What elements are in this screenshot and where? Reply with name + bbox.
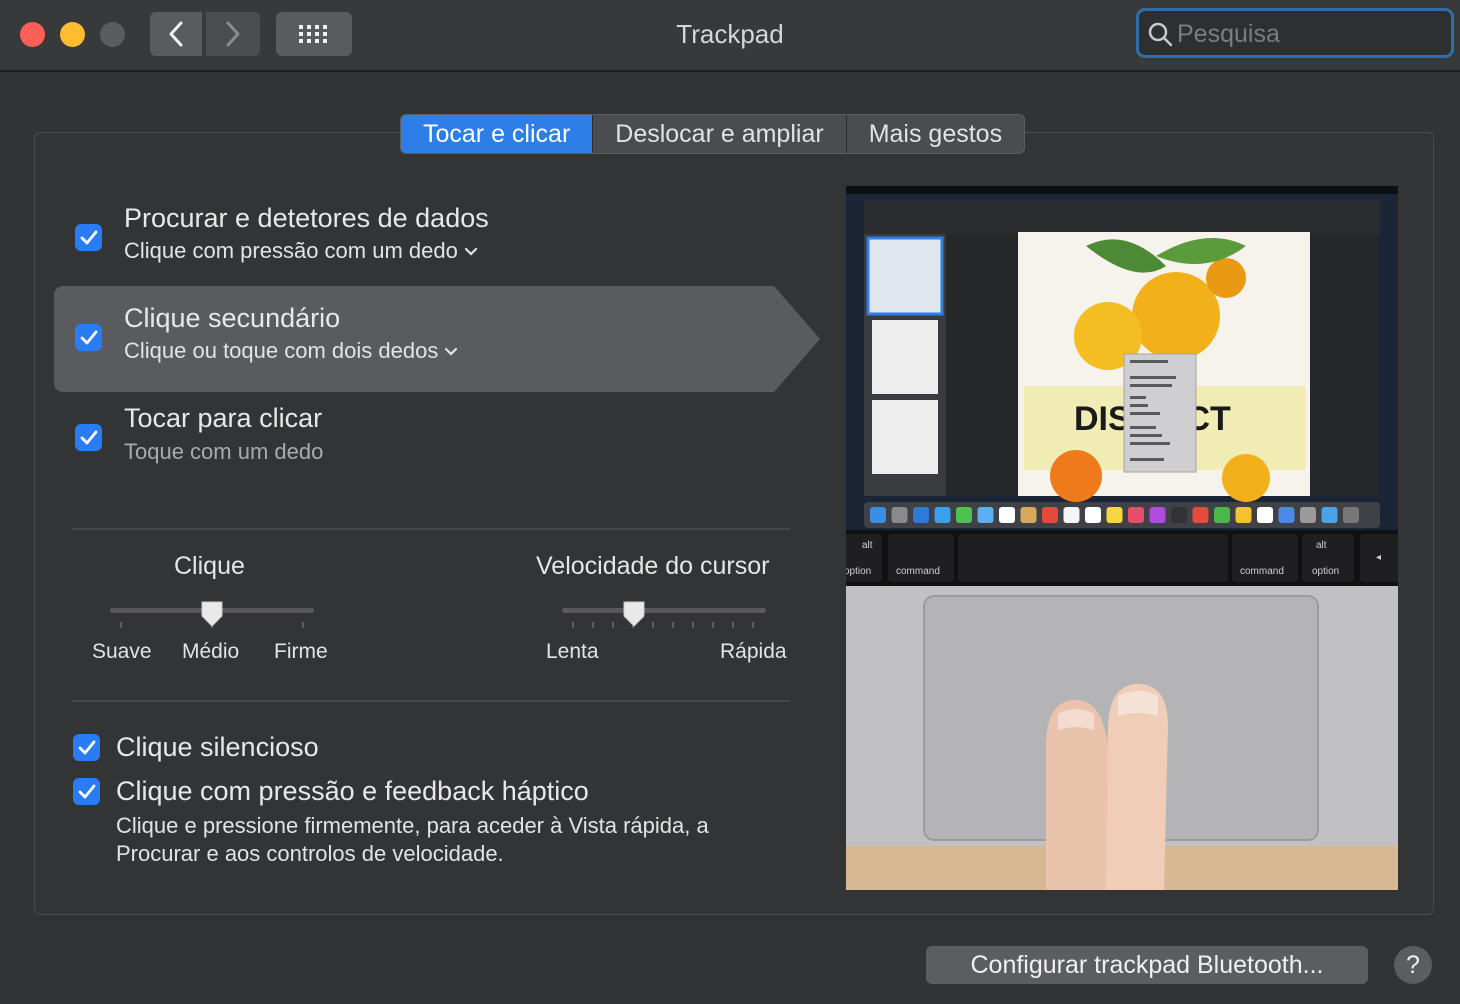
- chevron-down-icon: [464, 248, 477, 256]
- option-subtitle-clique-secundario: Clique ou toque com dois dedos: [124, 338, 439, 363]
- gesture-preview-video: DISTRICT alt option command command alt …: [846, 186, 1398, 890]
- tracking-slider-track[interactable]: [562, 608, 766, 613]
- dock-app-icon: [1343, 507, 1359, 523]
- divider: [72, 528, 790, 530]
- checkmark-icon: [80, 230, 97, 244]
- option-title-clique-secundario[interactable]: Clique secundário: [124, 303, 340, 334]
- dock-app-icon: [1321, 507, 1338, 523]
- checkmark-icon: [78, 740, 95, 754]
- dock-app-icon: [1128, 507, 1144, 523]
- click-label-medio: Médio: [182, 640, 240, 663]
- dock-app-icon: [1278, 507, 1295, 523]
- dock-app-icon: [956, 507, 972, 523]
- click-slider-knob[interactable]: [200, 600, 224, 628]
- slider-tick: [572, 622, 574, 628]
- dock-app-icon: [870, 507, 886, 523]
- dock-app-icon: [1149, 507, 1166, 523]
- checkbox-clique-secundario[interactable]: [75, 324, 102, 351]
- option-subtitle-tocar-para-clicar: Toque com um dedo: [124, 439, 324, 464]
- dock-app-icon: [891, 507, 908, 523]
- dock-app-icon: [1020, 507, 1037, 523]
- checkmark-icon: [80, 330, 97, 344]
- search-placeholder: Pesquisa: [1177, 20, 1280, 48]
- dock-app-icon: [1214, 507, 1230, 523]
- dock-app-icon: [1300, 507, 1316, 523]
- preview-illustration: DISTRICT alt option command command alt …: [846, 186, 1398, 890]
- checkbox-clique-silencioso[interactable]: [73, 734, 100, 761]
- tracking-slider-knob[interactable]: [622, 600, 646, 628]
- dock-app-icon: [1257, 507, 1273, 523]
- option-title-feedback-haptico[interactable]: Clique com pressão e feedback háptico: [116, 776, 589, 807]
- dock-app-icon: [1063, 507, 1080, 523]
- svg-text:◂: ◂: [1376, 552, 1381, 563]
- option-subtitle-procurar: Clique com pressão com um dedo: [124, 238, 458, 263]
- dock-app-icon: [1106, 507, 1123, 523]
- configure-bluetooth-trackpad-button[interactable]: Configurar trackpad Bluetooth...: [926, 946, 1368, 984]
- tab-deslocar-e-ampliar[interactable]: Deslocar e ampliar: [593, 115, 847, 153]
- option-gesture-dropdown-clique-secundario[interactable]: Clique ou toque com dois dedos: [124, 338, 458, 364]
- tracking-label-rapida: Rápida: [720, 640, 787, 663]
- dock-app-icon: [1042, 507, 1058, 523]
- click-label-suave: Suave: [92, 640, 152, 663]
- slider-tick: [302, 622, 304, 628]
- option-title-tocar-para-clicar[interactable]: Tocar para clicar: [124, 403, 322, 434]
- key-command-left: command: [896, 566, 940, 577]
- slider-tick: [612, 622, 614, 628]
- divider: [72, 700, 790, 702]
- key-option-left: option: [846, 566, 871, 577]
- dock-app-icon: [1235, 507, 1252, 523]
- key-alt-left: alt: [862, 540, 873, 551]
- dock-app-icon: [1192, 507, 1209, 523]
- slider-tick: [120, 622, 122, 628]
- slider-tick: [692, 622, 694, 628]
- tracking-label-lenta: Lenta: [546, 640, 599, 663]
- help-button[interactable]: ?: [1394, 946, 1432, 984]
- dock-app-icon: [934, 507, 951, 523]
- dock-app-icon: [913, 507, 929, 523]
- tracking-slider-title: Velocidade do cursor: [536, 552, 770, 580]
- slider-tick: [672, 622, 674, 628]
- checkbox-tocar-para-clicar[interactable]: [75, 424, 102, 451]
- dock-app-icon: [1085, 507, 1101, 523]
- search-field[interactable]: Pesquisa: [1136, 8, 1454, 58]
- option-gesture-dropdown-procurar[interactable]: Clique com pressão com um dedo: [124, 238, 478, 264]
- slider-tick: [652, 622, 654, 628]
- search-icon: [1148, 22, 1173, 47]
- checkmark-icon: [80, 430, 97, 444]
- dock-app-icon: [977, 507, 994, 523]
- title-bar: Trackpad Pesquisa: [0, 0, 1460, 72]
- slider-tick: [752, 622, 754, 628]
- slider-tick: [592, 622, 594, 628]
- checkmark-icon: [78, 784, 95, 798]
- chevron-down-icon: [445, 348, 458, 356]
- dock-app-icon: [999, 507, 1015, 523]
- option-title-procurar[interactable]: Procurar e detetores de dados: [124, 203, 489, 234]
- tab-bar: Tocar e clicar Deslocar e ampliar Mais g…: [400, 114, 1026, 154]
- key-option-right: option: [1312, 566, 1339, 577]
- tab-tocar-e-clicar[interactable]: Tocar e clicar: [401, 115, 594, 153]
- slider-tick: [712, 622, 714, 628]
- key-command-right: command: [1240, 566, 1284, 577]
- checkbox-procurar-detetores[interactable]: [75, 224, 102, 251]
- option-title-clique-silencioso[interactable]: Clique silencioso: [116, 732, 319, 763]
- dock-app-icon: [1171, 507, 1187, 523]
- force-click-description: Clique e pressione firmemente, para aced…: [116, 813, 709, 866]
- slider-tick: [732, 622, 734, 628]
- tab-mais-gestos[interactable]: Mais gestos: [847, 115, 1024, 153]
- key-alt-right: alt: [1316, 540, 1327, 551]
- checkbox-feedback-haptico[interactable]: [73, 778, 100, 805]
- click-label-firme: Firme: [274, 640, 328, 663]
- click-slider-title: Clique: [174, 552, 245, 580]
